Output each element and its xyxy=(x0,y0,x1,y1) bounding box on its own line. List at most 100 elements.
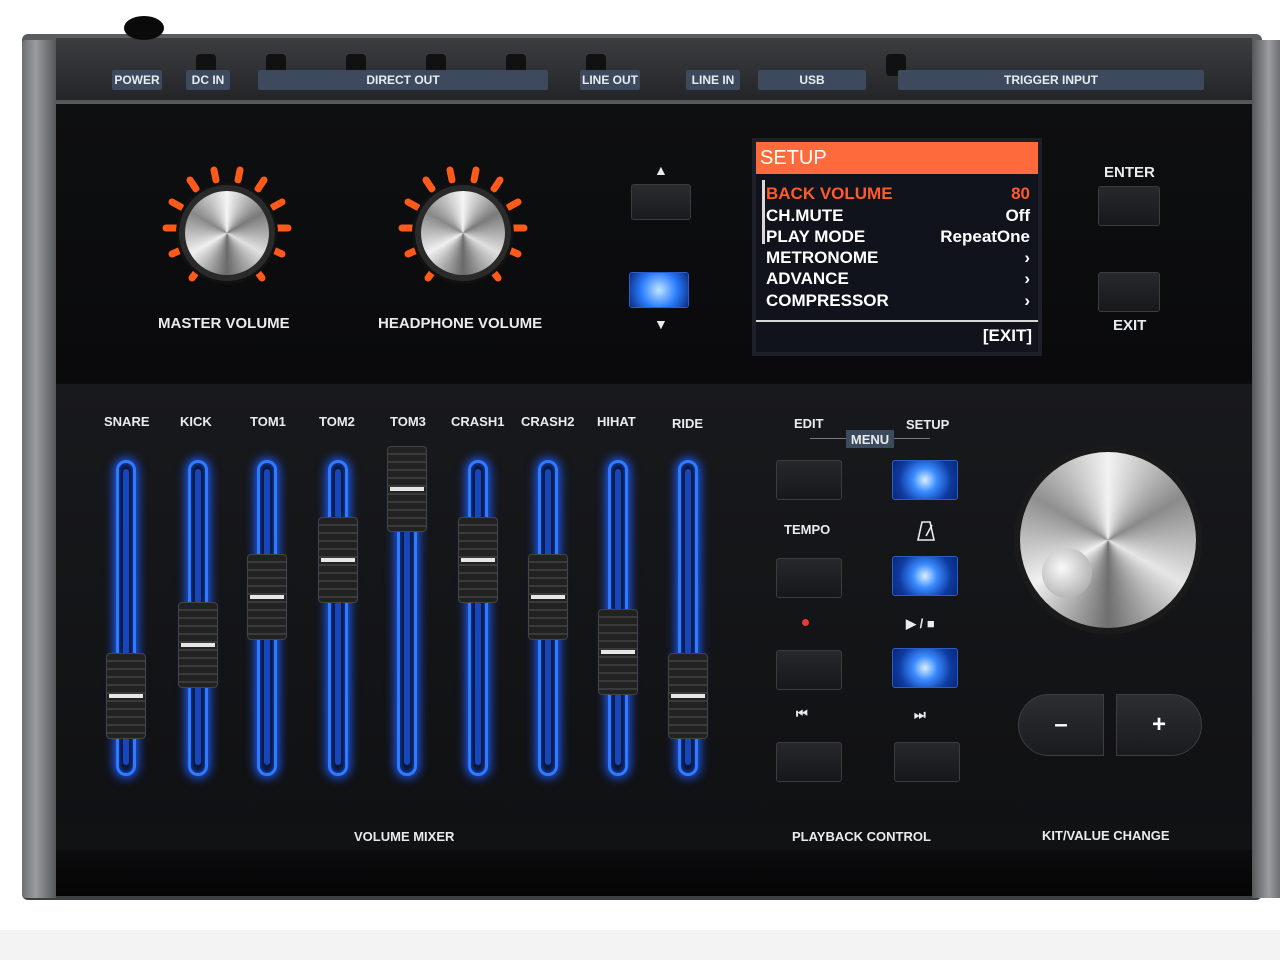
lcd-item-label: BACK VOLUME xyxy=(766,184,893,203)
fader-cap[interactable] xyxy=(668,653,708,739)
tempo-button[interactable] xyxy=(776,558,842,598)
enter-button[interactable] xyxy=(1098,186,1160,226)
lcd-menu-item[interactable]: BACK VOLUME 80 xyxy=(766,184,1030,205)
fader-cap[interactable] xyxy=(528,554,568,641)
fader-ride[interactable] xyxy=(668,460,708,776)
edit-button[interactable] xyxy=(776,460,842,500)
fader-tom3[interactable] xyxy=(387,446,427,776)
lcd-menu-item[interactable]: PLAY MODE RepeatOne xyxy=(766,227,1030,248)
lcd-screen: SETUP BACK VOLUME 80 CH.MUTE Off PLAY MO… xyxy=(752,138,1042,356)
channel-label-crash1: CRASH1 xyxy=(451,414,505,429)
channel-label-crash2: CRASH2 xyxy=(521,414,575,429)
next-track-button[interactable] xyxy=(894,742,960,782)
record-button[interactable] xyxy=(776,650,842,690)
lcd-item-value: 80 xyxy=(1011,184,1030,203)
lcd-item-label: CH.MUTE xyxy=(766,206,844,225)
chevron-right-icon: › xyxy=(1024,248,1030,267)
fader-cap[interactable] xyxy=(598,609,638,696)
fader-cap[interactable] xyxy=(458,517,498,604)
lcd-exit-hint: [EXIT] xyxy=(982,326,1032,345)
fader-snare[interactable] xyxy=(106,460,146,776)
menu-bracket-line xyxy=(810,438,846,439)
metronome-button[interactable] xyxy=(892,556,958,596)
minus-button[interactable]: – xyxy=(1018,694,1104,756)
fader-cap[interactable] xyxy=(106,653,146,739)
arrow-down-icon: ▼ xyxy=(654,316,668,332)
fader-crash1[interactable] xyxy=(458,460,498,776)
chevron-right-icon: › xyxy=(1024,269,1030,288)
lcd-item-label: METRONOME xyxy=(766,248,879,267)
menu-bracket-line xyxy=(894,438,930,439)
arrow-up-icon: ▲ xyxy=(654,162,668,178)
kit-value-change-label: KIT/VALUE CHANGE xyxy=(1042,828,1170,843)
fader-cap[interactable] xyxy=(247,554,287,641)
setup-button[interactable] xyxy=(892,460,958,500)
channel-label-hihat: HIHAT xyxy=(597,414,636,429)
lcd-item-label: COMPRESSOR xyxy=(766,291,889,310)
exit-button[interactable] xyxy=(1098,272,1160,312)
fader-tom2[interactable] xyxy=(318,460,358,776)
port-label-usb: USB xyxy=(758,70,866,90)
headphone-volume-knob[interactable] xyxy=(388,158,538,308)
fader-tom1[interactable] xyxy=(247,460,287,776)
previous-track-button[interactable] xyxy=(776,742,842,782)
tempo-label: TEMPO xyxy=(784,522,831,537)
fader-cap[interactable] xyxy=(318,517,358,604)
setup-label: SETUP xyxy=(906,417,950,432)
volume-mixer-label: VOLUME MIXER xyxy=(354,829,455,844)
fader-cap[interactable] xyxy=(178,602,218,689)
fader-kick[interactable] xyxy=(178,460,218,776)
lcd-item-label: ADVANCE xyxy=(766,269,849,288)
knob-cap xyxy=(421,191,505,275)
master-volume-knob[interactable] xyxy=(152,158,302,308)
bottom-edge xyxy=(56,850,1252,896)
enter-label: ENTER xyxy=(1104,164,1155,181)
plus-button[interactable]: + xyxy=(1116,694,1202,756)
dial-finger-dimple xyxy=(1042,548,1092,598)
left-side-panel xyxy=(22,40,56,898)
knob-cap xyxy=(185,191,269,275)
fader-cap[interactable] xyxy=(387,446,427,532)
channel-label-ride: RIDE xyxy=(672,416,704,431)
port-label-trigger-input: TRIGGER INPUT xyxy=(898,70,1204,90)
lcd-item-value: RepeatOne xyxy=(940,227,1030,246)
edit-label: EDIT xyxy=(794,416,824,431)
lcd-menu-item[interactable]: ADVANCE › xyxy=(766,269,1030,290)
metronome-icon xyxy=(917,521,935,541)
jog-dial[interactable] xyxy=(1020,452,1196,628)
channel-label-snare: SNARE xyxy=(104,414,150,429)
fader-track xyxy=(328,460,348,776)
lcd-menu-item[interactable]: CH.MUTE Off xyxy=(766,206,1030,227)
fader-crash2[interactable] xyxy=(528,460,568,776)
lcd-item-label: PLAY MODE xyxy=(766,227,866,246)
lcd-item-value: Off xyxy=(1005,206,1030,225)
channel-label-tom3: TOM3 xyxy=(390,414,426,429)
right-side-panel xyxy=(1252,40,1280,898)
port-label-power: POWER xyxy=(112,70,162,90)
cursor-up-button[interactable] xyxy=(631,184,691,220)
cursor-down-button[interactable] xyxy=(629,272,689,308)
exit-label: EXIT xyxy=(1113,317,1147,334)
chevron-right-icon: › xyxy=(1024,291,1030,310)
lcd-scrollbar xyxy=(762,180,765,244)
lcd-title: SETUP xyxy=(756,142,1038,174)
port-label-dc-in: DC IN xyxy=(186,70,230,90)
lcd-menu-item[interactable]: COMPRESSOR › xyxy=(766,291,1030,312)
record-icon xyxy=(802,619,809,626)
fader-track xyxy=(468,460,488,776)
port-label-line-out: LINE OUT xyxy=(580,70,640,90)
channel-label-kick: KICK xyxy=(180,414,212,429)
previous-track-icon: ⏮ xyxy=(796,706,808,721)
channel-label-tom1: TOM1 xyxy=(250,414,286,429)
next-track-icon: ⏭ xyxy=(914,707,926,722)
port-label-direct-out: DIRECT OUT xyxy=(258,70,548,90)
playback-control-label: PLAYBACK CONTROL xyxy=(792,829,931,844)
power-switch[interactable] xyxy=(124,16,164,40)
lcd-menu-item[interactable]: METRONOME › xyxy=(766,248,1030,269)
background-surface xyxy=(0,930,1280,960)
menu-label: MENU xyxy=(846,430,894,448)
play-stop-button[interactable] xyxy=(892,648,958,688)
fader-hihat[interactable] xyxy=(598,460,638,776)
lcd-divider xyxy=(756,320,1038,322)
channel-label-tom2: TOM2 xyxy=(319,414,355,429)
